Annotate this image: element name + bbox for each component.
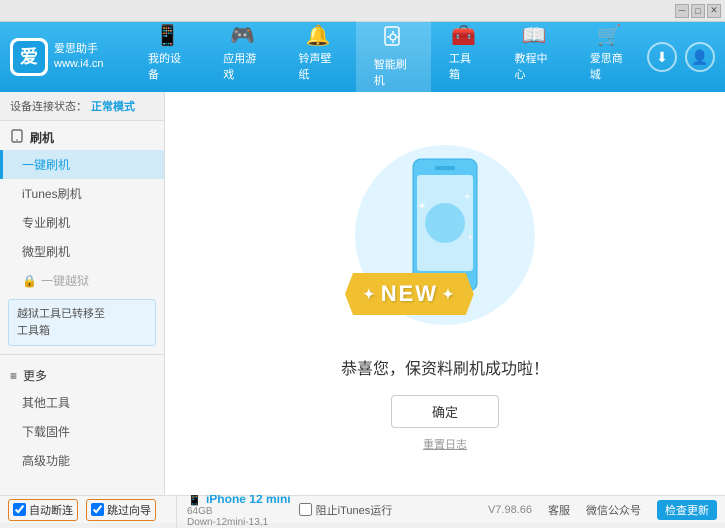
minimize-button[interactable]: － xyxy=(675,4,689,18)
bottom-left: 自动断连 跳过向导 xyxy=(8,499,168,521)
header: 爱 爱思助手 www.i4.cn 📱 我的设备 🎮 应用游戏 🔔 铃声壁纸 xyxy=(0,22,725,92)
nav-smart-flash[interactable]: 智能刷机 xyxy=(356,18,431,96)
sidebar-divider xyxy=(0,354,164,355)
sidebar-item-download-firmware[interactable]: 下载固件 xyxy=(0,417,164,446)
sidebar-item-other-tools[interactable]: 其他工具 xyxy=(0,388,164,417)
phone-icon xyxy=(10,129,24,146)
skip-wizard-group: 跳过向导 xyxy=(86,499,156,521)
device-status: 设备连接状态： 正常模式 xyxy=(0,92,164,121)
nav-tutorials[interactable]: 📖 教程中心 xyxy=(496,18,571,96)
svg-text:爱: 爱 xyxy=(20,47,38,67)
sidebar-item-itunes-flash[interactable]: iTunes刷机 xyxy=(0,179,164,208)
confirm-button[interactable]: 确定 xyxy=(391,395,499,428)
header-right: ⬇ 👤 xyxy=(647,42,715,72)
sparkle-right: ✦ xyxy=(442,286,456,303)
auto-disconnect-label: 自动断连 xyxy=(29,502,73,518)
jailbreak-disabled: 🔒 一键越狱 xyxy=(0,266,164,295)
notice-box: 越狱工具已转移至工具箱 xyxy=(8,299,156,346)
new-ribbon-text: ✦ NEW ✦ xyxy=(345,273,474,315)
content-area: ✦ ✦ ✦ ✦ NEW ✦ 恭喜您，保资料刷机成功啦！ 确定 重置日志 xyxy=(165,92,725,495)
apps-icon: 🎮 xyxy=(230,26,255,46)
lock-icon: 🔒 xyxy=(22,274,37,288)
user-button[interactable]: 👤 xyxy=(685,42,715,72)
menu-icon: ≡ xyxy=(10,369,17,383)
window-controls: － □ ✕ xyxy=(675,4,721,18)
wechat-link[interactable]: 微信公众号 xyxy=(586,502,641,518)
logo-text: 爱思助手 www.i4.cn xyxy=(54,42,104,73)
download-button[interactable]: ⬇ xyxy=(647,42,677,72)
reshow-link[interactable]: 重置日志 xyxy=(423,436,467,452)
nav-toolbox[interactable]: 🧰 工具箱 xyxy=(431,18,496,96)
device-storage: 64GB xyxy=(187,506,291,517)
nav-shop[interactable]: 🛒 爱思商城 xyxy=(572,18,647,96)
nav-ringtone-wallpaper[interactable]: 🔔 铃声壁纸 xyxy=(281,18,356,96)
tutorials-icon: 📖 xyxy=(522,26,547,46)
device-icon: 📱 xyxy=(155,26,180,46)
auto-disconnect-checkbox[interactable] xyxy=(13,503,26,516)
sidebar-item-advanced[interactable]: 高级功能 xyxy=(0,446,164,475)
nav-apps-games[interactable]: 🎮 应用游戏 xyxy=(205,18,280,96)
logo: 爱 爱思助手 www.i4.cn xyxy=(10,38,110,76)
main-layout: 设备连接状态： 正常模式 刷机 一键刷机 iTunes刷机 专业刷机 微型刷机 … xyxy=(0,92,725,495)
sidebar-item-micro-flash[interactable]: 微型刷机 xyxy=(0,237,164,266)
sparkle-left: ✦ xyxy=(363,286,377,303)
itunes-info: 阻止iTunes运行 xyxy=(299,502,480,518)
close-button[interactable]: ✕ xyxy=(707,4,721,18)
shop-icon: 🛒 xyxy=(597,26,622,46)
success-message: 恭喜您，保资料刷机成功啦！ xyxy=(341,355,549,379)
skip-wizard-checkbox[interactable] xyxy=(91,503,104,516)
logo-icon: 爱 xyxy=(10,38,48,76)
toolbox-icon: 🧰 xyxy=(451,26,476,46)
sidebar: 设备连接状态： 正常模式 刷机 一键刷机 iTunes刷机 专业刷机 微型刷机 … xyxy=(0,92,165,495)
nav-bar: 📱 我的设备 🎮 应用游戏 🔔 铃声壁纸 智能刷机 xyxy=(130,18,647,96)
ringtone-icon: 🔔 xyxy=(306,26,331,46)
bottom-right: V7.98.66 客服 微信公众号 检查更新 xyxy=(488,500,717,520)
check-update-button[interactable]: 检查更新 xyxy=(657,500,717,520)
nav-my-device[interactable]: 📱 我的设备 xyxy=(130,18,205,96)
itunes-checkbox[interactable] xyxy=(299,503,312,516)
flash-icon xyxy=(382,26,404,52)
service-link[interactable]: 客服 xyxy=(548,502,570,518)
success-illustration: ✦ ✦ ✦ ✦ NEW ✦ xyxy=(345,135,545,335)
flash-section-header: 刷机 xyxy=(0,121,164,150)
version-text: V7.98.66 xyxy=(488,504,532,516)
device-info: 📱 iPhone 12 mini 64GB Down-12mini-13,1 xyxy=(176,492,291,528)
restore-button[interactable]: □ xyxy=(691,4,705,18)
new-badge: ✦ NEW ✦ xyxy=(345,273,474,315)
skip-wizard-label: 跳过向导 xyxy=(107,502,151,518)
svg-text:✦: ✦ xyxy=(463,192,471,203)
auto-disconnect-group: 自动断连 xyxy=(8,499,78,521)
device-model: Down-12mini-13,1 xyxy=(187,517,291,528)
svg-text:✦: ✦ xyxy=(467,233,474,242)
sidebar-item-onekey-flash[interactable]: 一键刷机 xyxy=(0,150,164,179)
bottom-center: 阻止iTunes运行 xyxy=(299,502,480,518)
more-section-header: ≡ 更多 xyxy=(0,359,164,388)
svg-text:✦: ✦ xyxy=(417,199,427,213)
itunes-label: 阻止iTunes运行 xyxy=(316,502,393,518)
sidebar-item-pro-flash[interactable]: 专业刷机 xyxy=(0,208,164,237)
bottom-bar: 自动断连 跳过向导 📱 iPhone 12 mini 64GB Down-12m… xyxy=(0,495,725,523)
